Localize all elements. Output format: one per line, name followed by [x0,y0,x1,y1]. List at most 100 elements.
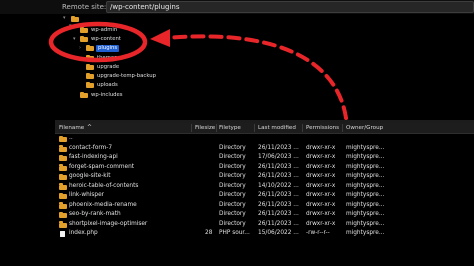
cell-filename: forget-spam-comment [69,163,135,170]
cell-permissions: drwxr-xr-x [306,201,336,208]
folder-icon [59,221,67,228]
cell-filename: link-whisper [69,192,105,198]
cell-filename: shortpixel-image-optimiser [69,220,148,227]
cell-filename: contact-form-7 [69,144,113,151]
cell-owner-group: mightyspre... [346,163,385,170]
column-divider [216,124,217,132]
table-row[interactable]: seo-by-rank-math Directory 26/11/2023 ... d… [55,210,474,220]
cell-owner-group: mightyspre... [346,144,385,151]
cell-filetype: Directory [219,201,246,208]
folder-icon [59,154,67,161]
cell-last-modified: 15/06/2022 ... [258,230,299,236]
cell-owner-group: mightyspre... [346,211,385,217]
remote-directory-tree: ▾ ▾ wp-admin ▾ wp-content › plugins them… [55,14,474,120]
cell-filename: google-site-kit [69,173,111,179]
cell-owner-group: mightyspre... [346,220,385,227]
folder-icon [59,135,67,142]
column-owner-group[interactable]: Owner/Group [346,125,383,131]
cell-last-modified: 14/10/2022 ... [258,182,299,189]
file-icon [60,230,65,237]
cell-filetype: Directory [219,211,246,217]
folder-icon [86,54,94,61]
cell-filename: seo-by-rank-math [69,211,121,217]
cell-filename: phoenix-media-rename [69,201,137,208]
folder-icon [86,72,94,79]
remote-path-input[interactable]: /wp-content/plugins [106,1,474,13]
cell-owner-group: mightyspre... [346,173,385,179]
folder-icon [71,15,79,22]
remote-site-label: Remote site: [62,3,107,11]
cell-owner-group: mightyspre... [346,192,385,198]
folder-icon [59,183,67,190]
cell-permissions: drwxr-xr-x [306,173,336,179]
cell-filetype: Directory [219,182,246,189]
column-filename[interactable]: Filename [59,125,84,131]
cell-filetype: Directory [219,173,246,179]
table-row[interactable]: google-site-kit Directory 26/11/2023 ... dr… [55,172,474,182]
cell-filetype: Directory [219,144,246,151]
cell-permissions: drwxr-xr-x [306,163,336,170]
folder-icon [86,44,94,51]
selected-folder-label: plugins [96,45,120,52]
expand-arrow-icon[interactable]: ▾ [73,36,76,43]
cell-owner-group: mightyspre... [346,201,385,208]
column-divider [254,124,255,132]
expand-arrow-icon[interactable]: ▾ [63,15,66,22]
remote-path-value: /wp-content/plugins [110,3,180,11]
table-row[interactable]: shortpixel-image-optimiser Directory 26/11… [55,220,474,230]
folder-icon [59,192,67,199]
folder-icon [59,202,67,209]
cell-permissions: drwxr-xr-x [306,154,336,160]
cell-last-modified: 26/11/2023 ... [258,144,299,151]
folder-icon [80,91,88,98]
cell-filesize: 28 [205,230,213,236]
table-row[interactable]: index.php 28 PHP sour... 15/06/2022 ... -rw-… [55,229,474,239]
folder-icon [59,211,67,218]
cell-last-modified: 26/11/2023 ... [258,173,299,179]
cell-owner-group: mightyspre... [346,182,385,189]
folder-icon [80,35,88,42]
column-filesize[interactable]: Filesize [195,125,215,131]
cell-last-modified: 26/11/2023 ... [258,192,299,198]
cell-filetype: Directory [219,192,246,198]
sort-ascending-icon: ^ [87,123,93,131]
cell-filename: .. [69,135,73,141]
file-list-header: Filename ^ Filesize Filetype Last modifi… [55,123,474,134]
column-filetype[interactable]: Filetype [219,125,241,131]
cell-last-modified: 17/06/2023 ... [258,154,299,160]
folder-icon [59,173,67,180]
column-last-modified[interactable]: Last modified [258,125,296,131]
remote-site-bar: Remote site: /wp-content/plugins [0,0,474,14]
column-divider [302,124,303,132]
cell-filetype: Directory [219,220,246,227]
table-row[interactable]: contact-form-7 Directory 26/11/2023 ... drw… [55,144,474,154]
cell-permissions: drwxr-xr-x [306,144,336,151]
cell-permissions: drwxr-xr-x [306,211,336,217]
cell-last-modified: 26/11/2023 ... [258,211,299,217]
cell-permissions: drwxr-xr-x [306,182,336,189]
cell-filename: heroic-table-of-contents [69,182,139,189]
cell-owner-group: mightyspre... [346,230,385,236]
column-divider [191,124,192,132]
cell-owner-group: mightyspre... [346,154,385,160]
table-row[interactable]: forget-spam-comment Directory 26/11/2023 .… [55,163,474,173]
cell-permissions: drwxr-xr-x [306,220,336,227]
cell-last-modified: 26/11/2023 ... [258,201,299,208]
table-row[interactable]: fast-indexing-api Directory 17/06/2023 ...… [55,153,474,163]
cell-filetype: Directory [219,163,246,170]
cell-last-modified: 26/11/2023 ... [258,163,299,170]
folder-icon [86,63,94,70]
table-row[interactable]: link-whisper Directory 26/11/2023 ... drwxr… [55,191,474,201]
folder-icon [80,26,88,33]
column-permissions[interactable]: Permissions [306,125,339,131]
cell-permissions: drwxr-xr-x [306,192,336,198]
table-row[interactable]: .. [55,134,474,144]
table-row[interactable]: heroic-table-of-contents Directory 14/10/2… [55,182,474,192]
column-divider [342,124,343,132]
folder-icon [86,81,94,88]
expand-arrow-icon[interactable]: ▾ [69,23,72,30]
folder-icon [59,164,67,171]
table-row[interactable]: phoenix-media-rename Directory 26/11/2023 … [55,201,474,211]
collapse-arrow-icon[interactable]: › [79,45,81,52]
cell-filetype: Directory [219,154,246,160]
